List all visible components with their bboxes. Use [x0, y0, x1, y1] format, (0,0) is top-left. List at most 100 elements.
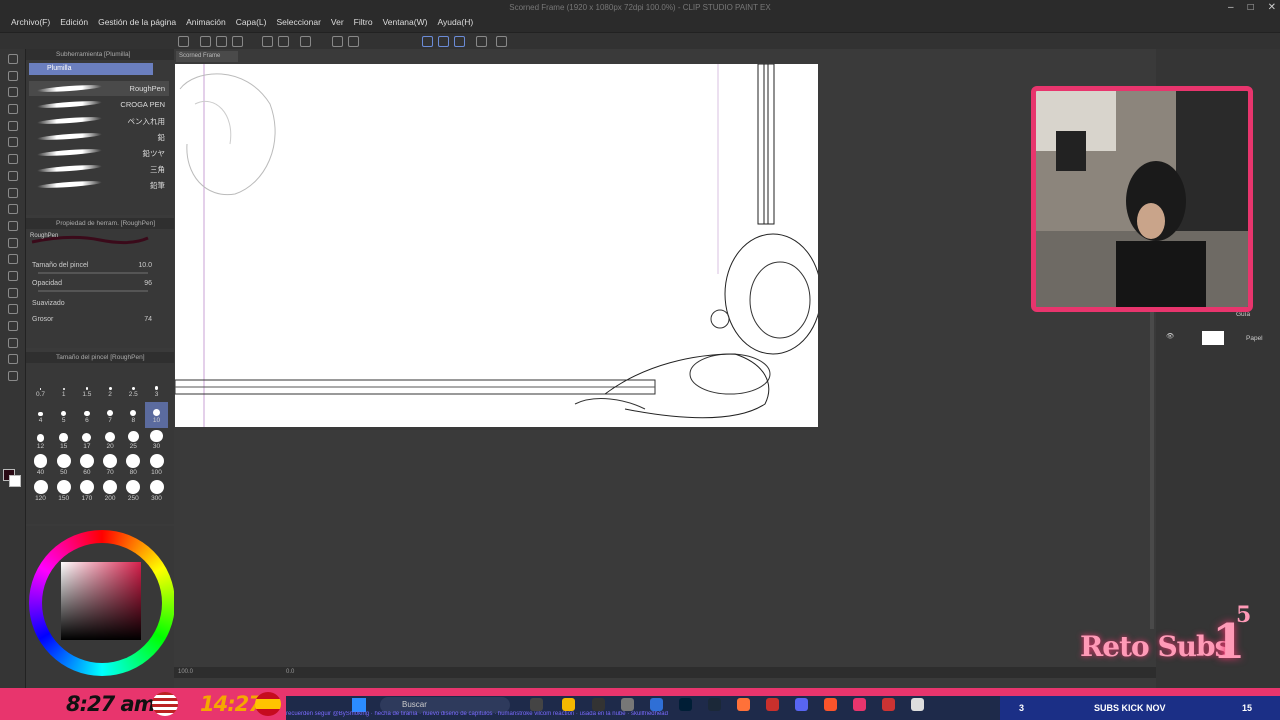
- zoom-value[interactable]: 100.0: [178, 669, 193, 675]
- brush-size-option[interactable]: 200: [99, 480, 122, 506]
- steam-icon[interactable]: [708, 698, 721, 711]
- brush-size-option[interactable]: 150: [52, 480, 75, 506]
- brush-size-row[interactable]: Tamaño del pincel 10.0: [32, 262, 170, 274]
- undo-icon[interactable]: [262, 36, 273, 47]
- select-tool-icon[interactable]: [8, 87, 18, 98]
- settings-icon[interactable]: [496, 36, 507, 47]
- brush-size-option[interactable]: 6: [75, 402, 98, 428]
- menu-edicion[interactable]: Edición: [55, 17, 93, 27]
- opacity-row[interactable]: Opacidad 96: [32, 280, 170, 292]
- ruler-icon[interactable]: [476, 36, 487, 47]
- app-icon[interactable]: [882, 698, 895, 711]
- brush-size-option[interactable]: 30: [145, 428, 168, 454]
- pen-tool-icon[interactable]: [8, 137, 18, 148]
- photoshop-icon[interactable]: [679, 698, 692, 711]
- brush-size-option[interactable]: 10: [145, 402, 168, 428]
- brush-size-option[interactable]: 20: [99, 428, 122, 454]
- brush-size-option[interactable]: 3: [145, 376, 168, 402]
- layer-item[interactable]: 👁 Papel: [1166, 329, 1276, 347]
- brush-size-option[interactable]: 250: [122, 480, 145, 506]
- transform-icon[interactable]: [332, 36, 343, 47]
- app-icon[interactable]: [592, 698, 605, 711]
- save-icon[interactable]: [232, 36, 243, 47]
- eyedropper-tool-icon[interactable]: [8, 120, 18, 131]
- menu-animacion[interactable]: Animación: [181, 17, 231, 27]
- brush-item[interactable]: CROGA PEN: [29, 97, 169, 112]
- zoom-tool-icon[interactable]: [8, 54, 18, 64]
- correct-line-tool-icon[interactable]: [8, 371, 18, 382]
- menu-filtro[interactable]: Filtro: [349, 17, 378, 27]
- ruler-tool-icon[interactable]: [8, 321, 18, 331]
- airbrush-tool-icon[interactable]: [8, 187, 18, 198]
- brush-size-option[interactable]: 4: [29, 402, 52, 428]
- discord-icon[interactable]: [795, 698, 808, 711]
- minimize-icon[interactable]: –: [1228, 2, 1234, 13]
- brush-size-option[interactable]: 100: [145, 454, 168, 480]
- frame-tool-icon[interactable]: [8, 304, 18, 315]
- brush-size-option[interactable]: 25: [122, 428, 145, 454]
- decoration-tool-icon[interactable]: [8, 204, 18, 215]
- thickness-value[interactable]: 74: [144, 316, 152, 323]
- figure-tool-icon[interactable]: [8, 287, 18, 298]
- brush-size-option[interactable]: 0.7: [29, 376, 52, 402]
- grid-snap-icon[interactable]: [454, 36, 465, 47]
- menu-ventana[interactable]: Ventana(W): [378, 17, 433, 27]
- brush-tool-icon[interactable]: [8, 170, 18, 181]
- subtool-group-pen[interactable]: Plumilla: [29, 63, 153, 75]
- saturation-value-square[interactable]: [61, 562, 141, 640]
- brush-size-option[interactable]: 1.5: [75, 376, 98, 402]
- crop-icon[interactable]: [348, 36, 359, 47]
- brush-item[interactable]: 鉛: [29, 129, 169, 144]
- brush-size-option[interactable]: 70: [99, 454, 122, 480]
- menu-ayuda[interactable]: Ayuda(H): [432, 17, 478, 27]
- brush-size-option[interactable]: 15: [52, 428, 75, 454]
- eraser-tool-icon[interactable]: [8, 220, 18, 231]
- blend-tool-icon[interactable]: [8, 237, 18, 248]
- eye-icon[interactable]: 👁: [1166, 332, 1174, 340]
- pencil-tool-icon[interactable]: [8, 154, 18, 165]
- maximize-icon[interactable]: □: [1248, 2, 1254, 13]
- open-file-icon[interactable]: [216, 36, 227, 47]
- brush-item[interactable]: 三角: [29, 161, 169, 176]
- brave-icon[interactable]: [824, 698, 837, 711]
- opacity-value[interactable]: 96: [144, 280, 152, 287]
- app-icon[interactable]: [911, 698, 924, 711]
- brush-size-option[interactable]: 170: [75, 480, 98, 506]
- brush-size-option[interactable]: 2: [99, 376, 122, 402]
- windows-start-icon[interactable]: [352, 698, 366, 712]
- brush-size-option[interactable]: 300: [145, 480, 168, 506]
- brush-size-option[interactable]: 60: [75, 454, 98, 480]
- brush-size-option[interactable]: 1: [52, 376, 75, 402]
- app-icon[interactable]: [621, 698, 634, 711]
- sub-color-swatch[interactable]: [9, 475, 21, 487]
- tab-canvas[interactable]: Scorned Frame: [176, 51, 238, 62]
- brush-item[interactable]: RoughPen: [29, 81, 169, 96]
- menu-gestion-pagina[interactable]: Gestión de la página: [93, 17, 181, 27]
- brush-size-option[interactable]: 17: [75, 428, 98, 454]
- fill-tool-icon[interactable]: [8, 254, 18, 265]
- brush-item[interactable]: 鉛筆: [29, 177, 169, 192]
- text-tool-icon[interactable]: [8, 337, 18, 348]
- brush-size-option[interactable]: 120: [29, 480, 52, 506]
- app-icon[interactable]: [650, 698, 663, 711]
- task-view-icon[interactable]: [530, 698, 543, 711]
- brush-size-option[interactable]: 5: [52, 402, 75, 428]
- menu-ver[interactable]: Ver: [326, 17, 349, 27]
- loading-icon[interactable]: [300, 36, 311, 47]
- app-icon[interactable]: [766, 698, 779, 711]
- smoothing-row[interactable]: Suavizado: [32, 300, 170, 312]
- close-icon[interactable]: ✕: [1268, 2, 1276, 13]
- menu-capa[interactable]: Capa(L): [231, 17, 272, 27]
- drawing-canvas[interactable]: [175, 64, 818, 427]
- brush-size-option[interactable]: 40: [29, 454, 52, 480]
- brush-size-option[interactable]: 12: [29, 428, 52, 454]
- app-icon[interactable]: [853, 698, 866, 711]
- brush-size-option[interactable]: 7: [99, 402, 122, 428]
- brush-item[interactable]: ペン入れ用: [29, 113, 169, 128]
- file-explorer-icon[interactable]: [562, 698, 575, 711]
- balloon-tool-icon[interactable]: [8, 354, 18, 365]
- ruler-snap-icon[interactable]: [422, 36, 433, 47]
- lasso-tool-icon[interactable]: [8, 104, 18, 115]
- brush-size-option[interactable]: 8: [122, 402, 145, 428]
- thickness-row[interactable]: Grosor 74: [32, 316, 170, 328]
